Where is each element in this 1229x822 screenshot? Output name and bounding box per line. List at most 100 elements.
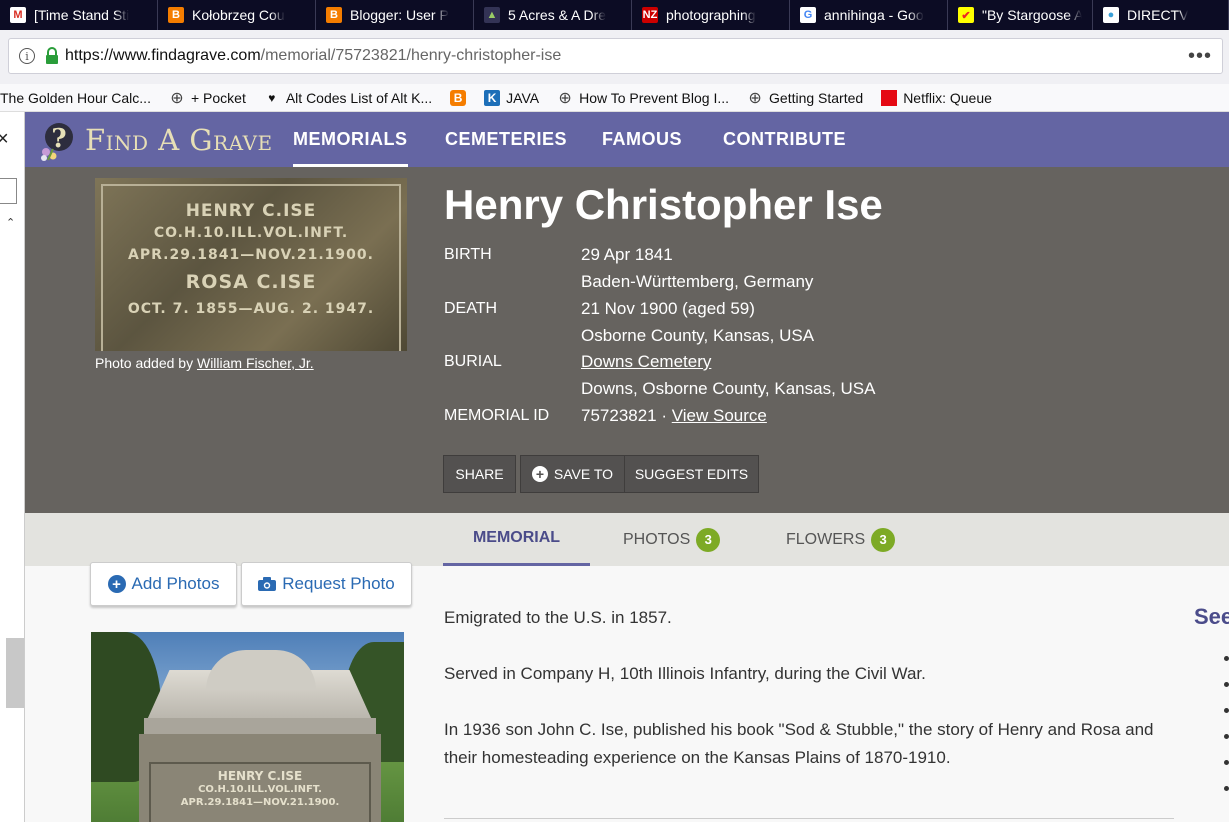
tab-memorial-label: MEMORIAL bbox=[472, 529, 561, 546]
browser-tab-label: Kołobrzeg Cou bbox=[192, 7, 285, 23]
blogger-icon: B bbox=[326, 7, 342, 23]
find-a-grave-logo[interactable]: ? Find A Grave bbox=[39, 118, 273, 162]
browser-tab[interactable]: B Blogger: User P bbox=[316, 0, 474, 30]
logo-flower-icon: ? bbox=[41, 123, 73, 161]
monument-inscription: HENRY C.ISE CO.H.10.ILL.VOL.INFT. APR.29.1… bbox=[139, 770, 381, 809]
view-source-link[interactable]: View Source bbox=[672, 406, 767, 425]
bookmarks-bar: The Golden Hour Calc... ⊕ + Pocket ♥ Alt Cod… bbox=[0, 84, 1229, 112]
photo-credit: Photo added by William Fischer, Jr. bbox=[95, 355, 435, 371]
bookmark-item[interactable]: ♥ Alt Codes List of Alt K... bbox=[264, 90, 432, 106]
bookmark-item[interactable]: ▬ Netflix: Queue bbox=[881, 89, 992, 106]
plus-circle-icon: + bbox=[531, 466, 548, 482]
nav-cemeteries[interactable]: CEMETERIES bbox=[445, 112, 567, 167]
bio-paragraph: In 1936 son John C. Ise, published his b… bbox=[444, 720, 1154, 767]
side-panel-input[interactable] bbox=[0, 178, 17, 204]
nav-famous[interactable]: FAMOUS bbox=[602, 112, 682, 167]
add-photos-button[interactable]: + Add Photos bbox=[90, 562, 237, 606]
camera-icon bbox=[258, 577, 277, 591]
birth-place: Baden-Württemberg, Germany bbox=[581, 272, 814, 291]
tab-memorial[interactable]: MEMORIAL bbox=[443, 513, 590, 566]
bio-paragraph: Served in Company H, 10th Illinois Infan… bbox=[444, 664, 926, 683]
tab-flowers-label: FLOWERS bbox=[786, 530, 866, 548]
bookmark-item[interactable]: ⊕ How To Prevent Blog I... bbox=[557, 89, 729, 107]
sidebar-bullet bbox=[1224, 760, 1229, 765]
memorial-id: 75723821 · View Source bbox=[581, 406, 767, 426]
blogger-icon: B bbox=[450, 89, 467, 106]
side-scrollbar[interactable] bbox=[6, 638, 24, 708]
tab-flowers[interactable]: FLOWERS 3 bbox=[786, 513, 896, 566]
headstone-photo[interactable]: HENRY C.ISE CO.H.10.ILL.VOL.INFT. APR.29.1… bbox=[95, 178, 407, 351]
content-divider bbox=[444, 818, 1174, 819]
ellipsis-icon[interactable]: ••• bbox=[1188, 45, 1212, 68]
bookmark-item[interactable]: ⊕ Getting Started bbox=[747, 89, 863, 107]
nav-contribute[interactable]: CONTRIBUTE bbox=[723, 112, 846, 167]
monument-photo[interactable]: HENRY C.ISE CO.H.10.ILL.VOL.INFT. APR.29.1… bbox=[91, 632, 404, 822]
browser-tab[interactable]: ● DIRECTV bbox=[1093, 0, 1229, 30]
browser-tab-label: [Time Stand Sti bbox=[34, 7, 130, 23]
globe-icon: ⊕ bbox=[748, 89, 762, 107]
gmail-icon: M bbox=[10, 7, 26, 23]
bookmark-label: + Pocket bbox=[190, 89, 246, 106]
bookmark-label: The Golden Hour Calc... bbox=[0, 89, 151, 106]
side-panel-strip: × ⌃ bbox=[0, 112, 25, 822]
share-button[interactable]: SHARE bbox=[443, 455, 516, 493]
browser-tab-label: annihinga - Goo bbox=[824, 7, 924, 23]
bookmark-item[interactable]: ⊕ + Pocket bbox=[169, 89, 246, 107]
death-label: DEATH bbox=[444, 300, 498, 317]
bookmark-label: Alt Codes List of Alt K... bbox=[285, 89, 433, 106]
site-nav: ? Find A Grave MEMORIALS CEMETERIES FAMO… bbox=[25, 112, 1229, 167]
browser-tab[interactable]: NZ photographing bbox=[632, 0, 790, 30]
browser-tab-label: DIRECTV bbox=[1127, 7, 1189, 23]
photo-icon: ▲ bbox=[484, 7, 500, 23]
heart-icon: ♥ bbox=[268, 90, 276, 105]
photo-credit-link[interactable]: William Fischer, Jr. bbox=[197, 355, 314, 371]
close-icon[interactable]: × bbox=[0, 128, 9, 151]
request-photo-button[interactable]: Request Photo bbox=[241, 562, 412, 606]
info-icon[interactable]: i bbox=[19, 48, 35, 64]
tab-photos[interactable]: PHOTOS 3 bbox=[623, 513, 721, 566]
suggest-edits-button[interactable]: SUGGEST EDITS bbox=[624, 455, 759, 493]
browser-tab[interactable]: ✔ "By Stargoose A bbox=[948, 0, 1093, 30]
lock-icon bbox=[45, 47, 59, 65]
url-text[interactable]: https://www.findagrave.com/memorial/7572… bbox=[65, 47, 561, 65]
netflix-icon: ▬ bbox=[881, 89, 898, 106]
burial-label: BURIAL bbox=[444, 353, 502, 370]
browser-tab[interactable]: ▲ 5 Acres & A Dre bbox=[474, 0, 632, 30]
bookmark-item[interactable]: B bbox=[450, 89, 467, 106]
death-date: 21 Nov 1900 (aged 59) bbox=[581, 299, 755, 318]
browser-tab[interactable]: M [Time Stand Sti bbox=[0, 0, 158, 30]
globe-icon: ⊕ bbox=[558, 89, 572, 107]
memorial-id-label: MEMORIAL ID bbox=[444, 407, 550, 424]
browser-tab-label: "By Stargoose A bbox=[982, 7, 1082, 23]
burial-place: Downs, Osborne County, Kansas, USA bbox=[581, 379, 876, 398]
burial-cemetery-link[interactable]: Downs Cemetery bbox=[581, 352, 711, 372]
globe-icon: ⊕ bbox=[170, 89, 184, 107]
sidebar-bullet bbox=[1224, 682, 1229, 687]
death-place: Osborne County, Kansas, USA bbox=[581, 326, 815, 345]
browser-tab-bar: M [Time Stand Sti B Kołobrzeg Cou B Blogger: … bbox=[0, 0, 1229, 30]
photos-count-badge: 3 bbox=[696, 527, 721, 552]
browser-tab[interactable]: Gannihinga - Goo bbox=[790, 0, 948, 30]
save-to-button[interactable]: + SAVE TO bbox=[520, 455, 625, 493]
check-icon: ✔ bbox=[958, 7, 974, 23]
bookmark-item[interactable]: The Golden Hour Calc... bbox=[0, 90, 151, 106]
browser-tab-label: 5 Acres & A Dre bbox=[508, 7, 607, 23]
inscription-line: APR.29.1841—NOV.21.1900. bbox=[180, 797, 340, 808]
bookmark-item[interactable]: K JAVA bbox=[484, 89, 539, 106]
url-box[interactable]: i https://www.findagrave.com/memorial/75… bbox=[8, 38, 1223, 74]
plus-circle-icon: + bbox=[107, 575, 126, 593]
sidebar-bullet bbox=[1224, 734, 1229, 739]
bio-paragraph: Emigrated to the U.S. in 1857. bbox=[444, 608, 672, 627]
nav-memorials[interactable]: MEMORIALS bbox=[293, 112, 408, 167]
scroll-up-icon[interactable]: ⌃ bbox=[6, 216, 15, 229]
blogger-icon: B bbox=[168, 7, 184, 23]
person-name: Henry Christopher Ise bbox=[444, 181, 883, 228]
tab-photos-label: PHOTOS bbox=[623, 530, 691, 548]
suggest-edits-label: SUGGEST EDITS bbox=[634, 466, 749, 482]
sidebar-bullet bbox=[1224, 656, 1229, 661]
memorial-id-value: 75723821 · bbox=[581, 406, 672, 425]
inscription-line: APR.29.1841—NOV.21.1900. bbox=[128, 247, 374, 263]
inscription-line: ROSA C.ISE bbox=[185, 271, 317, 293]
browser-tab[interactable]: B Kołobrzeg Cou bbox=[158, 0, 316, 30]
inscription-line: CO.H.10.ILL.VOL.INFT. bbox=[153, 225, 349, 241]
